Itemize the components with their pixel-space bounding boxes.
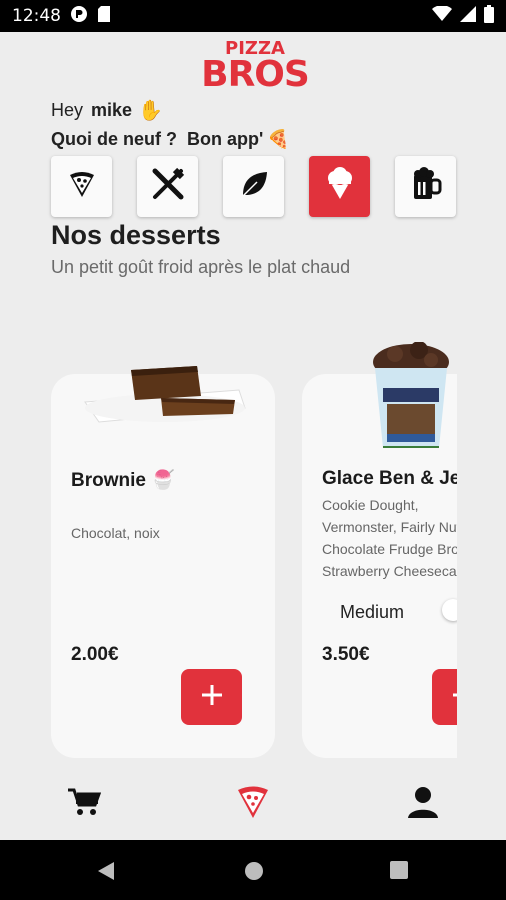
app-notification-icon: [70, 5, 88, 28]
wifi-icon: [432, 4, 452, 27]
section-subtitle: Un petit goût froid après le plat chaud: [51, 257, 351, 277]
category-drinks[interactable]: [395, 156, 456, 217]
greeting-username: mike: [91, 100, 133, 120]
ice-cream-icon: [325, 167, 355, 206]
category-bar: [51, 156, 456, 217]
user-icon: [407, 785, 439, 824]
description-line: Chocolate Frudge Brownie,: [322, 541, 457, 557]
category-pizza[interactable]: [51, 156, 112, 217]
sd-card-icon: [97, 5, 111, 28]
greeting: Hey mike ✋: [51, 98, 163, 123]
logo-line2: BROS: [201, 54, 310, 95]
pizza-emoji: 🍕: [267, 129, 290, 149]
wave-emoji: ✋: [138, 100, 163, 122]
nav-cart[interactable]: [64, 784, 104, 824]
brownie-image: [79, 360, 249, 432]
category-meals[interactable]: [137, 156, 198, 217]
subgreeting-text2: Bon app': [187, 129, 264, 149]
greeting-hey: Hey: [51, 100, 84, 120]
description-line: Cookie Dought,: [322, 497, 419, 513]
product-description: Chocolat, noix: [71, 525, 160, 541]
bottom-navigation: [0, 770, 506, 840]
signal-icon: [460, 5, 476, 27]
add-to-cart-button[interactable]: [181, 669, 242, 725]
product-name: Brownie 🍧: [71, 470, 175, 491]
category-desserts[interactable]: [309, 156, 370, 217]
leaf-icon: [239, 169, 269, 204]
status-time: 12:48: [12, 6, 61, 26]
recents-icon[interactable]: [389, 860, 409, 885]
subgreeting: Quoi de neuf ? Bon app' 🍕: [51, 129, 290, 150]
product-description: Cookie Dought, Vermonster, Fairly Nuts, …: [322, 494, 457, 582]
beer-mug-icon: [410, 167, 442, 206]
subgreeting-text1: Quoi de neuf ?: [51, 129, 177, 149]
home-icon[interactable]: [243, 860, 265, 887]
description-line: Vermonster, Fairly Nuts,: [322, 519, 457, 535]
description-line: Strawberry Cheesecake: [322, 563, 457, 579]
size-toggle[interactable]: [442, 599, 457, 621]
plus-icon: [451, 683, 457, 712]
size-label: Medium: [340, 602, 405, 622]
cart-icon: [67, 787, 102, 822]
back-icon[interactable]: [96, 860, 116, 887]
fork-knife-icon: [151, 167, 185, 206]
battery-icon: [484, 4, 494, 28]
add-to-cart-button[interactable]: [432, 669, 457, 725]
ben-jerrys-image: [369, 341, 453, 454]
product-price: 2.00€: [71, 644, 119, 665]
system-navigation-bar: [0, 840, 506, 900]
product-name: Glace Ben & Jerry's: [322, 468, 457, 489]
app-logo: PIZZA BROS: [190, 40, 320, 96]
nav-menu[interactable]: [233, 784, 273, 824]
category-vegetarian[interactable]: [223, 156, 284, 217]
product-carousel[interactable]: Brownie 🍧 Chocolat, noix 2.00€ Glace Ben…: [51, 330, 457, 770]
nav-profile[interactable]: [403, 784, 443, 824]
pizza-slice-icon: [67, 169, 97, 204]
status-bar: 12:48: [0, 0, 506, 32]
section-title: Nos desserts: [51, 220, 221, 250]
pizza-nav-icon: [236, 784, 270, 825]
plus-icon: [200, 683, 224, 712]
product-price: 3.50€: [322, 644, 370, 665]
